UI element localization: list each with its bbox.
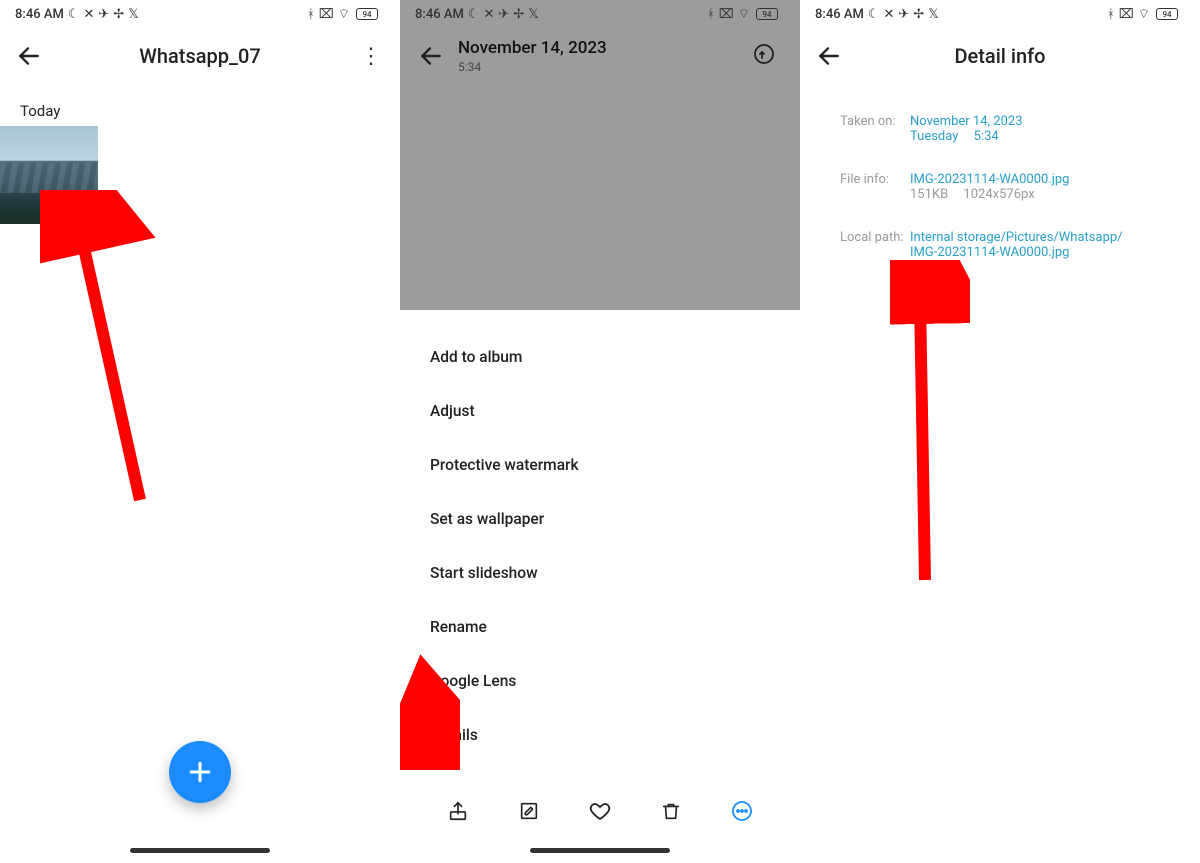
x-icon: 𝕏 bbox=[528, 7, 538, 22]
app-bar: Detail info bbox=[800, 28, 1200, 84]
wifi-icon: ⌔ bbox=[1138, 6, 1150, 22]
value-taken-date: November 14, 2023 bbox=[910, 114, 1023, 129]
value-path-1: Internal storage/Pictures/Whatsapp/ bbox=[910, 230, 1123, 245]
label-file-info: File info: bbox=[840, 172, 910, 202]
bluetooth-icon: ᚼ bbox=[307, 7, 315, 22]
cloud-sync-button[interactable] bbox=[752, 42, 776, 70]
dnd-icon: ✕ bbox=[83, 7, 94, 22]
row-taken-on: Taken on: November 14, 2023 Tuesday 5:34 bbox=[840, 114, 1176, 144]
menu-details[interactable]: Details bbox=[400, 708, 800, 762]
value-path-2: IMG-20231114-WA0000.jpg bbox=[910, 245, 1123, 260]
more-options-button[interactable]: ⋮ bbox=[360, 44, 382, 69]
status-bar: 8:46 AM ☾ ✕ ✈ ✢ 𝕏 ᚼ ⌧ ⌔ 94 bbox=[0, 0, 400, 28]
photo-viewer-area: 8:46 AM ☾ ✕ ✈ ✢ 𝕏 ᚼ ⌧ ⌔ 94 November 14, … bbox=[400, 0, 800, 310]
value-filesize: 151KB bbox=[910, 187, 948, 202]
screen-album: 8:46 AM ☾ ✕ ✈ ✢ 𝕏 ᚼ ⌧ ⌔ 94 Whatsapp_07 ⋮… bbox=[0, 0, 400, 863]
detail-info-block: Taken on: November 14, 2023 Tuesday 5:34… bbox=[800, 84, 1200, 260]
add-fab[interactable] bbox=[169, 741, 231, 803]
telegram-icon: ✈ bbox=[498, 7, 509, 22]
value-dimensions: 1024x576px bbox=[963, 187, 1034, 202]
battery-icon: 94 bbox=[356, 8, 378, 20]
menu-add-to-album[interactable]: Add to album bbox=[400, 330, 800, 384]
section-today: Today bbox=[0, 84, 400, 126]
value-filename: IMG-20231114-WA0000.jpg bbox=[910, 172, 1069, 187]
no-sim-icon: ⌧ bbox=[1119, 7, 1134, 22]
edit-button[interactable] bbox=[515, 797, 543, 825]
row-file-info: File info: IMG-20231114-WA0000.jpg 151KB… bbox=[840, 172, 1176, 202]
misc-icon: ✢ bbox=[913, 7, 924, 22]
menu-adjust[interactable]: Adjust bbox=[400, 384, 800, 438]
moon-icon: ☾ bbox=[468, 7, 480, 22]
photo-date: November 14, 2023 bbox=[458, 38, 607, 58]
x-icon: 𝕏 bbox=[928, 7, 938, 22]
misc-icon: ✢ bbox=[513, 7, 524, 22]
status-bar: 8:46 AM ☾ ✕ ✈ ✢ 𝕏 ᚼ ⌧ ⌔ 94 bbox=[800, 0, 1200, 28]
screen-photo-menu: 8:46 AM ☾ ✕ ✈ ✢ 𝕏 ᚼ ⌧ ⌔ 94 November 14, … bbox=[400, 0, 800, 863]
photo-app-bar: November 14, 2023 5:34 bbox=[400, 28, 800, 84]
misc-icon: ✢ bbox=[113, 7, 124, 22]
telegram-icon: ✈ bbox=[98, 7, 109, 22]
more-button[interactable] bbox=[728, 797, 756, 825]
value-taken-day: Tuesday bbox=[910, 129, 958, 144]
status-time: 8:46 AM bbox=[15, 7, 64, 22]
annotation-arrow-1 bbox=[40, 190, 220, 520]
menu-start-slideshow[interactable]: Start slideshow bbox=[400, 546, 800, 600]
delete-button[interactable] bbox=[657, 797, 685, 825]
status-time: 8:46 AM bbox=[415, 7, 464, 22]
row-local-path: Local path: Internal storage/Pictures/Wh… bbox=[840, 230, 1176, 260]
menu-protective-watermark[interactable]: Protective watermark bbox=[400, 438, 800, 492]
page-title: Whatsapp_07 bbox=[0, 44, 400, 68]
photo-time: 5:34 bbox=[458, 60, 607, 74]
status-bar: 8:46 AM ☾ ✕ ✈ ✢ 𝕏 ᚼ ⌧ ⌔ 94 bbox=[400, 0, 800, 28]
favorite-button[interactable] bbox=[586, 797, 614, 825]
gesture-bar bbox=[130, 848, 270, 853]
value-taken-time: 5:34 bbox=[974, 129, 999, 144]
photo-thumbnail[interactable] bbox=[0, 126, 98, 224]
bottom-sheet: Add to album Adjust Protective watermark… bbox=[400, 310, 800, 863]
gesture-bar bbox=[530, 848, 670, 853]
dnd-icon: ✕ bbox=[483, 7, 494, 22]
back-button[interactable] bbox=[414, 39, 448, 73]
moon-icon: ☾ bbox=[868, 7, 880, 22]
x-icon: 𝕏 bbox=[128, 7, 138, 22]
menu-set-as-wallpaper[interactable]: Set as wallpaper bbox=[400, 492, 800, 546]
annotation-arrow-3 bbox=[890, 260, 970, 590]
action-bar bbox=[400, 797, 800, 825]
telegram-icon: ✈ bbox=[898, 7, 909, 22]
battery-icon: 94 bbox=[756, 8, 778, 20]
battery-icon: 94 bbox=[1156, 8, 1178, 20]
dnd-icon: ✕ bbox=[883, 7, 894, 22]
wifi-icon: ⌔ bbox=[338, 6, 350, 22]
label-local-path: Local path: bbox=[840, 230, 910, 260]
bluetooth-icon: ᚼ bbox=[1107, 7, 1115, 22]
no-sim-icon: ⌧ bbox=[319, 7, 334, 22]
menu-google-lens[interactable]: Google Lens bbox=[400, 654, 800, 708]
app-bar: Whatsapp_07 ⋮ bbox=[0, 28, 400, 84]
no-sim-icon: ⌧ bbox=[719, 7, 734, 22]
share-button[interactable] bbox=[444, 797, 472, 825]
menu-rename[interactable]: Rename bbox=[400, 600, 800, 654]
label-taken-on: Taken on: bbox=[840, 114, 910, 144]
page-title: Detail info bbox=[800, 44, 1200, 68]
screen-detail-info: 8:46 AM ☾ ✕ ✈ ✢ 𝕏 ᚼ ⌧ ⌔ 94 Detail info T… bbox=[800, 0, 1200, 863]
bluetooth-icon: ᚼ bbox=[707, 7, 715, 22]
moon-icon: ☾ bbox=[68, 7, 80, 22]
status-time: 8:46 AM bbox=[815, 7, 864, 22]
wifi-icon: ⌔ bbox=[738, 6, 750, 22]
